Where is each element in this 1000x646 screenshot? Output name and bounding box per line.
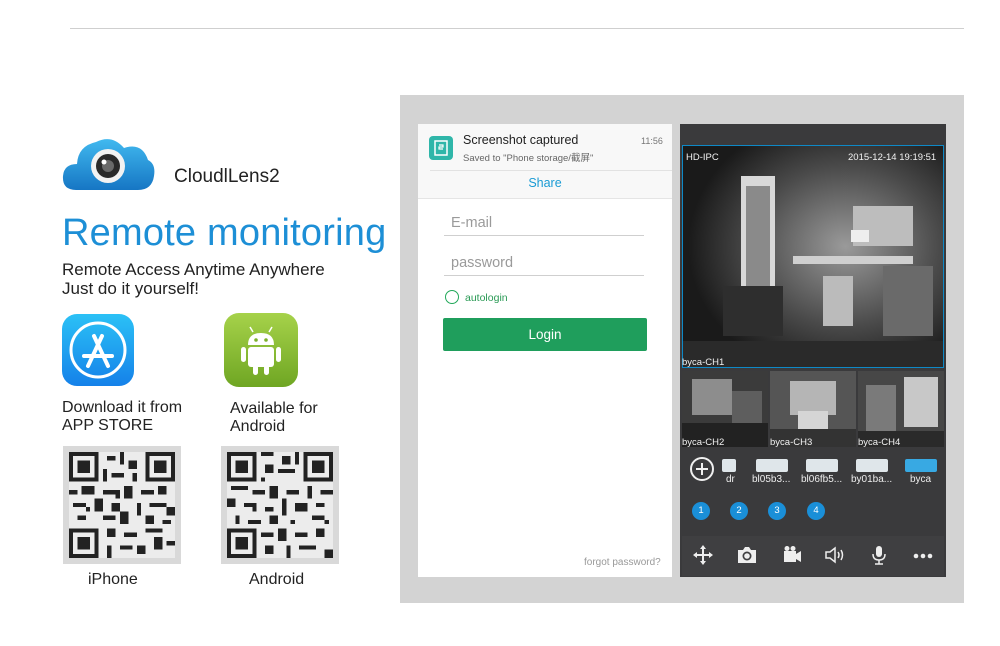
screenshot-app-icon (429, 136, 453, 160)
device-camera-icon-selected[interactable] (905, 459, 937, 472)
camera-model-label: HD-IPC (686, 152, 719, 163)
iphone-qr-label: iPhone (88, 571, 138, 588)
channel-4-feed[interactable] (858, 371, 944, 447)
brand-name: CloudlLens2 (174, 166, 280, 187)
device-camera-icon[interactable] (806, 459, 838, 472)
iphone-qr-code[interactable] (63, 446, 181, 564)
channel-2-button[interactable]: 2 (730, 502, 748, 520)
tagline-line-1: Remote Access Anytime Anywhere (62, 260, 325, 279)
android-qr-code[interactable] (221, 446, 339, 564)
forgot-password-link[interactable]: forgot password? (584, 557, 661, 568)
device-label[interactable]: by01ba... (851, 474, 892, 485)
device-label[interactable]: dr (726, 474, 735, 485)
device-label-selected[interactable]: byca (910, 474, 931, 485)
tagline-line-2: Just do it yourself! (62, 279, 200, 298)
ios-download-line-2: APP STORE (62, 417, 153, 434)
microphone-icon[interactable] (867, 544, 891, 566)
channel-2-feed[interactable] (682, 371, 768, 447)
top-divider (70, 28, 964, 29)
device-camera-icon[interactable] (722, 459, 736, 472)
email-field[interactable] (444, 210, 644, 236)
camera-icon[interactable] (735, 544, 759, 566)
channel-3-button[interactable]: 3 (768, 502, 786, 520)
device-label[interactable]: bl06fb5... (801, 474, 842, 485)
password-field[interactable] (444, 250, 644, 276)
more-icon[interactable] (911, 544, 935, 566)
channel-4-button[interactable]: 4 (807, 502, 825, 520)
speaker-icon[interactable] (823, 544, 847, 566)
android-qr-label: Android (249, 571, 305, 588)
channel-2-label: byca-CH2 (682, 437, 725, 448)
notification-subtitle: Saved to "Phone storage/截屏" (463, 153, 594, 164)
viewer-toolbar (682, 536, 944, 576)
channel-1-label: byca-CH1 (682, 357, 725, 368)
move-icon[interactable] (691, 544, 715, 566)
ios-download-line-1: Download it from (62, 399, 183, 416)
add-device-icon[interactable] (690, 457, 714, 481)
android-download-line-2: Android (230, 418, 286, 435)
channel-1-button[interactable]: 1 (692, 502, 710, 520)
main-camera-feed[interactable] (682, 145, 944, 368)
autologin-radio[interactable] (445, 290, 459, 304)
cloud-lens-logo-icon (62, 139, 155, 190)
autologin-label[interactable]: autologin (465, 292, 508, 304)
record-icon[interactable] (779, 544, 803, 566)
camera-timestamp: 2015-12-14 19:19:51 (848, 152, 937, 163)
notification-time: 11:56 (641, 136, 663, 146)
password-input[interactable] (444, 250, 644, 275)
email-input[interactable] (444, 210, 644, 235)
notification-title: Screenshot captured (463, 133, 579, 147)
device-label[interactable]: bl05b3... (752, 474, 790, 485)
device-camera-icon[interactable] (856, 459, 888, 472)
device-camera-icon[interactable] (756, 459, 788, 472)
android-download-line-1: Available for (230, 400, 318, 417)
app-store-icon[interactable] (62, 314, 134, 386)
notification-divider (430, 170, 672, 171)
channel-3-feed[interactable] (770, 371, 856, 447)
channel-3-label: byca-CH3 (770, 437, 813, 448)
channel-4-label: byca-CH4 (858, 437, 901, 448)
share-button[interactable]: Share (418, 176, 672, 190)
android-icon[interactable] (224, 313, 298, 387)
login-button[interactable]: Login (443, 318, 647, 351)
headline: Remote monitoring (62, 212, 387, 254)
